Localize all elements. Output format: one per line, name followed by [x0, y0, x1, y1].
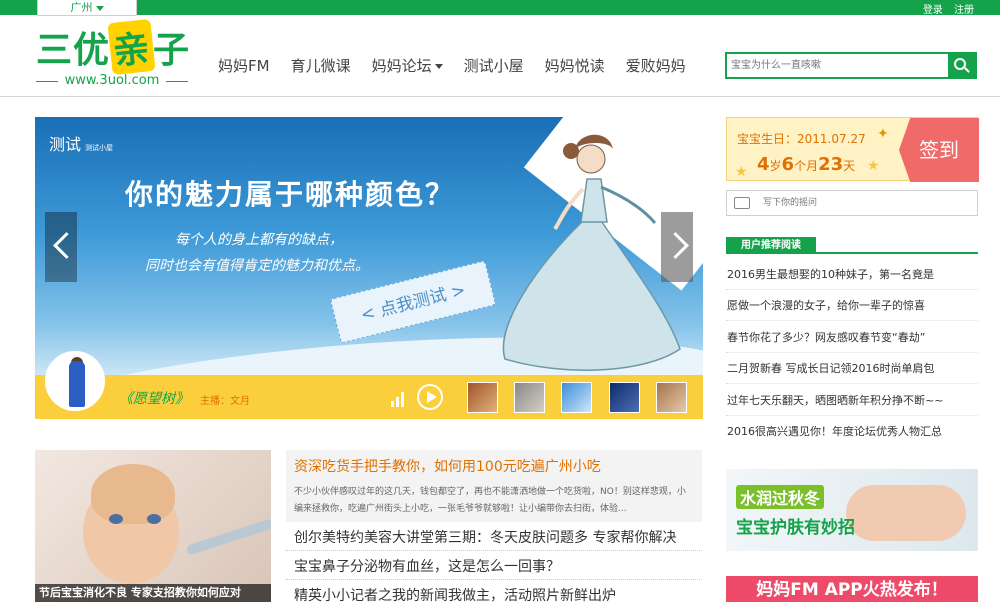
playlist-thumb-2[interactable]	[514, 382, 545, 413]
recommend-item-5[interactable]: 过年七天乐翻天，晒图晒新年积分挣不断~~	[727, 392, 977, 408]
city-label: 广州	[70, 1, 93, 14]
baby-age: 4岁6个月23天	[757, 154, 855, 175]
logo-text: 三优亲子	[36, 18, 191, 76]
nav-item-microclass[interactable]: 育儿微课	[291, 55, 351, 76]
recommend-header: 用户推荐阅读	[726, 237, 978, 254]
logo-text-b: 亲	[107, 18, 156, 76]
search-box	[725, 52, 977, 79]
recommend-item-6[interactable]: 2016很高兴遇见你！年度论坛优秀人物汇总	[727, 423, 977, 439]
story-divider	[286, 550, 702, 551]
host-avatar[interactable]	[45, 351, 105, 411]
city-selector[interactable]: 广州	[37, 0, 137, 16]
baby-eye-right	[147, 514, 161, 524]
recommend-tab[interactable]: 用户推荐阅读	[726, 237, 816, 254]
chat-bubble-icon	[734, 197, 750, 209]
banner-brand-sub: 测试小屋	[85, 144, 114, 152]
lead-article: 资深吃货手把手教你，如何用100元吃遍广州小吃 不少小伙伴感叹过年的这几天，钱包…	[286, 450, 702, 522]
app-launch-ad[interactable]: 妈妈FM APP火热发布！	[726, 576, 978, 602]
recommend-divider	[726, 352, 978, 353]
comment-input[interactable]	[763, 195, 973, 211]
age-years-unit: 岁	[769, 159, 782, 173]
feature-caption[interactable]: 节后宝宝消化不良 专家支招教你如何应对	[35, 584, 271, 602]
playlist-thumb-5[interactable]	[656, 382, 687, 413]
chevron-down-icon	[434, 64, 443, 69]
age-days-unit: 天	[843, 159, 856, 173]
top-bar: 登录 注册	[0, 0, 1000, 16]
banner-line-2: 同时也会有值得肯定的魅力和优点。	[145, 258, 369, 274]
lead-article-title[interactable]: 资深吃货手把手教你，如何用100元吃遍广州小吃	[294, 456, 694, 476]
baby-eye-left	[109, 514, 123, 524]
age-days: 23	[818, 154, 844, 175]
story-divider	[286, 579, 702, 580]
playlist-thumb-1[interactable]	[467, 382, 498, 413]
magic-wand-icon: ✦	[877, 126, 889, 142]
search-input[interactable]	[727, 54, 949, 77]
nav-item-forum-label: 妈妈论坛	[371, 57, 432, 75]
recommend-item-4[interactable]: 二月贺新春 写成长日记领2016时尚单肩包	[727, 360, 977, 376]
nav-item-forum[interactable]: 妈妈论坛	[372, 55, 443, 76]
auth-links: 登录 注册	[915, 1, 974, 16]
star-icon: ★	[867, 158, 880, 174]
recommend-item-1[interactable]: 2016男生最想娶的10种妹子，第一名竟是	[727, 266, 977, 282]
banner-brand: 测试 测试小屋	[49, 131, 113, 155]
volume-bars-icon[interactable]	[391, 391, 407, 407]
playlist-thumb-4[interactable]	[609, 382, 640, 413]
baby-head	[91, 464, 175, 524]
ad-line-1: 水润过秋冬	[736, 485, 825, 509]
banner-title: 你的魅力属于哪种颜色？	[125, 178, 456, 211]
banner-brand-text: 测试	[49, 135, 82, 154]
recommend-divider	[726, 320, 978, 321]
chevron-down-icon	[95, 5, 104, 11]
story-link-3[interactable]: 精英小小记者之我的新闻我做主，活动照片新鲜出炉	[294, 585, 616, 602]
logo-text-a: 三优	[36, 30, 111, 71]
story-link-2[interactable]: 宝宝鼻子分泌物有血丝，这是怎么一回事？	[294, 556, 560, 576]
banner-next-button[interactable]	[661, 212, 693, 282]
site-logo[interactable]: 三优亲子 www.3uol.com	[36, 18, 196, 93]
nav-item-reading[interactable]: 妈妈悦读	[545, 55, 605, 76]
nav-item-fm[interactable]: 妈妈FM	[218, 55, 270, 76]
age-years: 4	[757, 154, 770, 175]
nav-item-shopping[interactable]: 爱败妈妈	[626, 55, 686, 76]
recommend-item-3[interactable]: 春节你花了多少？网友感叹春节变“春劫”	[727, 329, 977, 345]
search-icon-handle	[964, 67, 970, 73]
track-title[interactable]: 《愿望树》	[119, 388, 189, 408]
star-icon: ★	[735, 164, 748, 180]
logo-text-c: 子	[153, 30, 191, 71]
avatar-figure	[69, 361, 85, 407]
ad-line-2: 宝宝护肤有妙招	[736, 518, 855, 538]
recommend-divider	[726, 415, 978, 416]
radio-player: 《愿望树》 主播：文月	[35, 351, 703, 419]
skincare-ad[interactable]: 水润过秋冬 宝宝护肤有妙招	[726, 469, 978, 551]
host-name: 主播：文月	[200, 396, 250, 407]
feature-image[interactable]: 节后宝宝消化不良 专家支招教你如何应对	[35, 450, 271, 602]
sleeping-baby	[846, 485, 966, 541]
signin-button[interactable]: 签到	[899, 118, 979, 182]
search-button[interactable]	[948, 54, 975, 77]
nav-item-test[interactable]: 测试小屋	[464, 55, 524, 76]
logo-url: www.3uol.com	[36, 73, 188, 88]
site-header: 三优亲子 www.3uol.com 妈妈FM 育儿微课 妈妈论坛 测试小屋 妈妈…	[0, 15, 1000, 97]
main-nav: 妈妈FM 育儿微课 妈妈论坛 测试小屋 妈妈悦读 爱败妈妈	[218, 55, 707, 76]
play-icon[interactable]	[417, 384, 443, 410]
hero-banner[interactable]: 测试 测试小屋 你的魅力属于哪种颜色？ 每个人的身上都有的缺点， 同时也会有值得肯…	[35, 117, 703, 419]
age-months: 6	[781, 154, 795, 175]
banner-prev-button[interactable]	[45, 212, 77, 282]
age-months-unit: 个月	[794, 159, 819, 173]
recommend-item-2[interactable]: 愿做一个浪漫的女子，给你一辈子的惊喜	[727, 297, 977, 313]
recommend-divider	[726, 289, 978, 290]
banner-line-1: 每个人的身上都有的缺点，	[175, 232, 343, 248]
playlist-thumb-3[interactable]	[561, 382, 592, 413]
birthday-widget: 宝宝生日：2011.07.27 ✦ 4岁6个月23天 ★ ★ 签到	[726, 117, 979, 182]
comment-box	[726, 190, 978, 216]
spoon	[185, 518, 271, 556]
birthday-label: 宝宝生日：2011.07.27	[737, 132, 866, 146]
recommend-divider	[726, 383, 978, 384]
story-link-1[interactable]: 创尔美特约美容大讲堂第三期：冬天皮肤问题多 专家帮你解决	[294, 527, 676, 547]
lead-article-summary: 不少小伙伴感叹过年的这几天，钱包都空了，再也不能潇洒地做一个吃货啦，NO！别这样…	[294, 487, 686, 514]
